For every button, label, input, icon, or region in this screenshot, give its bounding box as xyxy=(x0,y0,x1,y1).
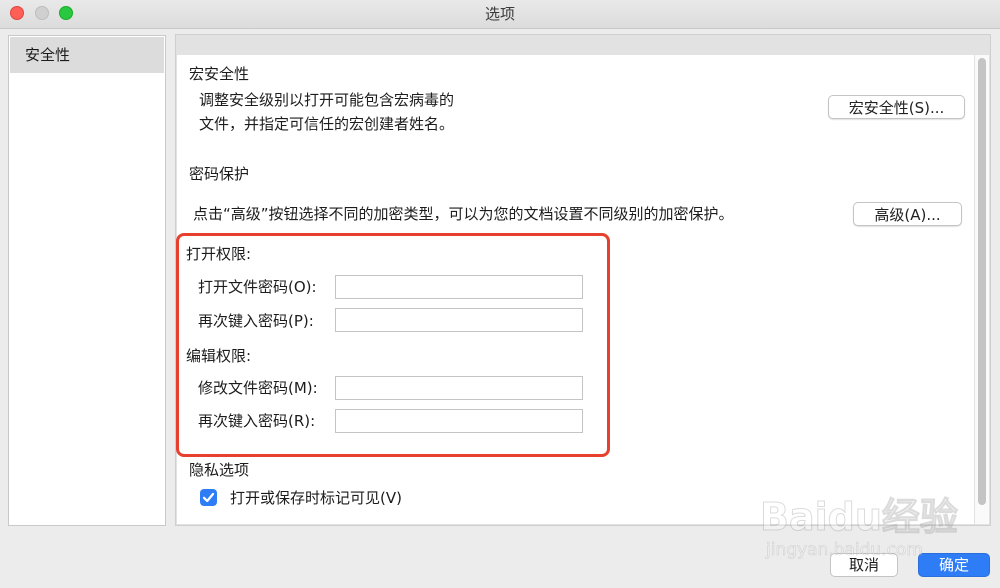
highlight-box xyxy=(176,233,610,457)
privacy-heading: 隐私选项 xyxy=(189,461,250,479)
mark-visible-checkbox[interactable] xyxy=(200,489,217,506)
password-protection-description: 点击“高级”按钮选择不同的加密类型，可以为您的文档设置不同级别的加密保护。 xyxy=(193,205,734,223)
checkmark-icon xyxy=(202,492,215,503)
ok-button[interactable]: 确定 xyxy=(918,553,990,577)
password-protection-heading: 密码保护 xyxy=(189,165,250,183)
sidebar: 安全性 xyxy=(8,35,166,526)
macro-security-description-line1: 调整安全级别以打开可能包含宏病毒的 xyxy=(199,91,455,109)
window-title: 选项 xyxy=(484,5,515,23)
macro-security-button[interactable]: 宏安全性(S)... xyxy=(828,95,965,119)
mark-visible-label[interactable]: 打开或保存时标记可见(V) xyxy=(230,488,402,508)
sidebar-item-security[interactable]: 安全性 xyxy=(10,37,164,73)
scrollbar-thumb[interactable] xyxy=(978,58,986,505)
cancel-button[interactable]: 取消 xyxy=(830,553,898,577)
macro-security-description-line2: 文件，并指定可信任的宏创建者姓名。 xyxy=(199,115,455,133)
macro-security-heading: 宏安全性 xyxy=(189,65,250,83)
advanced-button[interactable]: 高级(A)... xyxy=(853,202,962,226)
